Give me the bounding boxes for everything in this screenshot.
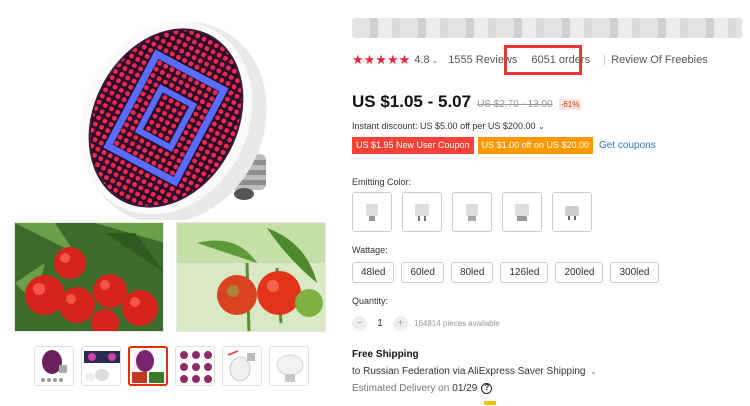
store-coupon[interactable]: US $1.00 off on US $20.00 [477, 137, 593, 154]
instant-discount-text: Instant discount: US $5.00 off per US $2… [352, 121, 536, 131]
tomato-photo-1[interactable] [14, 222, 164, 332]
color-option-2[interactable] [402, 192, 442, 232]
original-price: US $2.70 - 13.00 [477, 99, 553, 110]
thumbnail-bulb-white[interactable] [269, 346, 309, 386]
wattage-option[interactable]: 126led [500, 262, 549, 283]
orders-highlight-box [504, 45, 582, 75]
star-rating-icon: ★★★★★ [352, 52, 411, 67]
delivery-date: 01/29 [452, 383, 478, 394]
divider [604, 55, 606, 65]
yellow-indicator [484, 401, 496, 405]
thumbnail-bulb-purple[interactable] [34, 346, 74, 386]
tomato-photo-2[interactable] [176, 222, 326, 332]
quantity-value[interactable]: 1 [367, 318, 393, 329]
thumbnail-bulb-angle[interactable] [222, 346, 262, 386]
chevron-down-icon: ⌄ [537, 122, 545, 131]
color-options [352, 192, 592, 232]
rating-value[interactable]: 4.8 [414, 54, 429, 66]
review-freebies-link[interactable]: Review Of Freebies [611, 54, 708, 66]
thumbnail-led-boards[interactable] [175, 346, 215, 386]
color-option-5[interactable] [552, 192, 592, 232]
emitting-color-label: Emitting Color: [352, 177, 412, 187]
help-icon[interactable]: ? [481, 383, 493, 394]
quantity-decrease-button[interactable]: − [352, 316, 367, 331]
pieces-available: 164814 pieces available [414, 319, 500, 328]
shipping-title: Free Shipping [352, 349, 419, 360]
wattage-option[interactable]: 60led [401, 262, 444, 283]
discount-badge: -61% [558, 99, 582, 110]
instant-discount[interactable]: Instant discount: US $5.00 off per US $2… [352, 121, 545, 131]
product-title-blurred [352, 18, 742, 38]
chevron-down-icon: ⌄ [590, 367, 597, 376]
product-main-image[interactable] [44, 10, 294, 220]
shipping-destination-text: to Russian Federation via AliExpress Sav… [352, 366, 586, 377]
coupon-row: US $1.95 New User Coupon US $1.00 off on… [352, 137, 656, 154]
estimated-delivery-label: Estimated Delivery on [352, 383, 450, 394]
current-price: US $1.05 - 5.07 [352, 92, 472, 111]
thumbnail-bulb-with-plants[interactable] [128, 346, 168, 386]
get-coupons-link[interactable]: Get coupons [599, 140, 656, 151]
wattage-option[interactable]: 200led [555, 262, 604, 283]
quantity-label: Quantity: [352, 296, 389, 306]
wattage-option[interactable]: 80led [450, 262, 494, 283]
new-user-coupon[interactable]: US $1.95 New User Coupon [352, 137, 474, 154]
color-option-3[interactable] [452, 192, 492, 232]
wattage-label: Wattage: [352, 245, 388, 255]
thumbnail-lamp-set[interactable] [81, 346, 121, 386]
wattage-options: 48led 60led 80led 126led 200led 300led [352, 262, 659, 283]
color-option-4[interactable] [502, 192, 542, 232]
price-row: US $1.05 - 5.07 US $2.70 - 13.00 -61% [352, 92, 582, 112]
quantity-stepper: − 1 + 164814 pieces available [352, 316, 500, 331]
shipping-destination[interactable]: to Russian Federation via AliExpress Sav… [352, 366, 597, 377]
thumbnail-strip [34, 346, 309, 386]
wattage-option[interactable]: 48led [352, 262, 395, 283]
estimated-delivery: Estimated Delivery on 01/29 ? [352, 383, 493, 394]
wattage-option[interactable]: 300led [610, 262, 659, 283]
quantity-increase-button[interactable]: + [393, 316, 408, 331]
color-option-1[interactable] [352, 192, 392, 232]
chevron-down-icon[interactable]: ⌄ [432, 56, 439, 65]
